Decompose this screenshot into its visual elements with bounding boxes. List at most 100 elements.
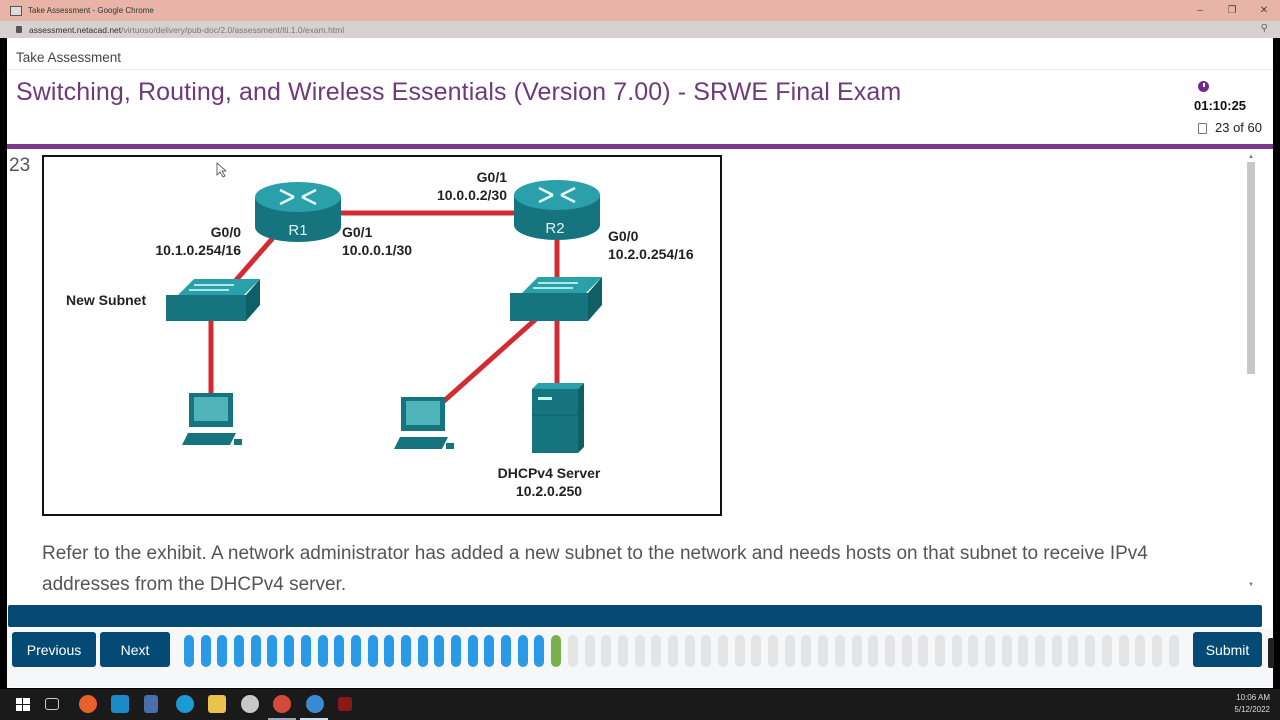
progress-segment-37[interactable] <box>784 635 795 667</box>
progress-segment-30[interactable] <box>667 635 678 667</box>
header-accent-bar <box>7 144 1273 149</box>
file-explorer-icon[interactable] <box>208 695 226 713</box>
progress-segment-19[interactable] <box>484 635 495 667</box>
edge-icon[interactable] <box>176 695 194 713</box>
page-icon <box>1198 123 1207 134</box>
network-app-icon[interactable] <box>144 695 158 713</box>
r2-label: R2 <box>545 220 564 237</box>
firefox-icon[interactable] <box>79 695 97 713</box>
progress-segment-23[interactable] <box>551 635 562 667</box>
progress-segment-43[interactable] <box>884 635 895 667</box>
progress-segment-8[interactable] <box>300 635 311 667</box>
cloud-app-icon[interactable] <box>241 695 259 713</box>
progress-segment-11[interactable] <box>350 635 361 667</box>
system-clock[interactable]: 10:06 AM 5/12/2022 <box>1234 692 1270 716</box>
progress-segment-1[interactable] <box>184 635 194 667</box>
chrome-profile-icon[interactable] <box>273 695 291 713</box>
r2-g00-ip-label: 10.2.0.254/16 <box>608 246 694 262</box>
scrollbar-thumb[interactable] <box>1247 162 1255 374</box>
router-r2-icon: R2 <box>514 180 600 240</box>
progress-segment-35[interactable] <box>751 635 762 667</box>
red-app-icon[interactable] <box>338 697 352 711</box>
progress-segment-22[interactable] <box>534 635 545 667</box>
progress-segment-9[interactable] <box>317 635 328 667</box>
progress-segment-47[interactable] <box>951 635 962 667</box>
r2-g00-iface-label: G0/0 <box>608 228 639 244</box>
progress-segment-42[interactable] <box>868 635 879 667</box>
url-text[interactable]: assessment.netacad.net/virtuoso/delivery… <box>29 25 344 35</box>
progress-segment-54[interactable] <box>1068 635 1079 667</box>
progress-segment-26[interactable] <box>601 635 612 667</box>
progress-segment-20[interactable] <box>501 635 512 667</box>
progress-segment-25[interactable] <box>584 635 595 667</box>
submit-button[interactable]: Submit <box>1193 632 1262 667</box>
progress-segment-12[interactable] <box>367 635 378 667</box>
progress-segment-5[interactable] <box>250 635 261 667</box>
progress-segment-10[interactable] <box>334 635 345 667</box>
progress-segment-51[interactable] <box>1018 635 1029 667</box>
progress-segment-50[interactable] <box>1001 635 1012 667</box>
side-handle[interactable] <box>1268 638 1274 668</box>
progress-segment-40[interactable] <box>834 635 845 667</box>
progress-segment-14[interactable] <box>400 635 411 667</box>
progress-segment-4[interactable] <box>234 635 245 667</box>
progress-segment-48[interactable] <box>968 635 979 667</box>
chrome-icon[interactable] <box>306 695 324 713</box>
progress-segment-46[interactable] <box>934 635 945 667</box>
windows-start-icon[interactable] <box>14 695 32 713</box>
scroll-up-icon[interactable]: ▲ <box>1248 154 1254 160</box>
progress-segment-17[interactable] <box>451 635 461 667</box>
content-scrollbar[interactable]: ▲ ▼ <box>1245 154 1257 592</box>
r1-label: R1 <box>288 222 307 239</box>
clock-time: 10:06 AM <box>1236 693 1270 702</box>
progress-segment-59[interactable] <box>1151 635 1162 667</box>
progress-segment-56[interactable] <box>1101 635 1112 667</box>
progress-segment-34[interactable] <box>734 635 745 667</box>
progress-segment-49[interactable] <box>985 635 995 667</box>
app-circle-icon[interactable] <box>111 695 129 713</box>
progress-segment-6[interactable] <box>267 635 278 667</box>
progress-segment-7[interactable] <box>284 635 295 667</box>
progress-segment-29[interactable] <box>651 635 662 667</box>
progress-segment-53[interactable] <box>1051 635 1062 667</box>
progress-segment-2[interactable] <box>200 635 211 667</box>
progress-segment-60[interactable] <box>1168 635 1179 667</box>
progress-segment-38[interactable] <box>801 635 812 667</box>
progress-segment-24[interactable] <box>567 635 578 667</box>
progress-segment-16[interactable] <box>434 635 445 667</box>
task-view-icon[interactable] <box>45 698 59 710</box>
progress-segment-44[interactable] <box>901 635 912 667</box>
network-exhibit: R1 R2 G0/0 10.1.0.254/16 G0/1 10.0.0.1/3… <box>42 155 722 516</box>
progress-segment-15[interactable] <box>417 635 428 667</box>
minimize-button[interactable]: – <box>1184 0 1216 21</box>
progress-segment-33[interactable] <box>718 635 728 667</box>
restore-button[interactable]: ❐ <box>1216 0 1248 21</box>
progress-segment-41[interactable] <box>851 635 862 667</box>
address-bar[interactable]: assessment.netacad.net/virtuoso/delivery… <box>0 21 1280 38</box>
windows-taskbar: 10:06 AM 5/12/2022 <box>0 689 1280 720</box>
scroll-down-icon[interactable]: ▼ <box>1248 582 1254 588</box>
progress-segment-52[interactable] <box>1035 635 1046 667</box>
browser-app-icon <box>10 5 22 16</box>
router-r1-icon: R1 <box>255 182 341 242</box>
progress-segment-13[interactable] <box>384 635 395 667</box>
progress-segment-39[interactable] <box>818 635 829 667</box>
progress-segment-18[interactable] <box>467 635 478 667</box>
progress-segment-45[interactable] <box>918 635 929 667</box>
r1-g01-iface-label: G0/1 <box>342 224 373 240</box>
progress-segment-55[interactable] <box>1085 635 1096 667</box>
progress-segment-36[interactable] <box>768 635 779 667</box>
timer: 01:10:25 <box>1194 98 1247 113</box>
next-button[interactable]: Next <box>100 632 170 667</box>
progress-segment-31[interactable] <box>684 635 695 667</box>
progress-segment-28[interactable] <box>634 635 645 667</box>
close-button[interactable]: ✕ <box>1248 0 1280 21</box>
progress-segment-58[interactable] <box>1135 635 1146 667</box>
previous-button[interactable]: Previous <box>12 632 96 667</box>
zoom-icon[interactable]: ⚲ <box>1261 23 1268 34</box>
progress-segment-21[interactable] <box>517 635 528 667</box>
progress-segment-3[interactable] <box>217 635 228 667</box>
progress-segment-27[interactable] <box>617 635 628 667</box>
progress-segment-57[interactable] <box>1118 635 1129 667</box>
progress-segment-32[interactable] <box>701 635 712 667</box>
